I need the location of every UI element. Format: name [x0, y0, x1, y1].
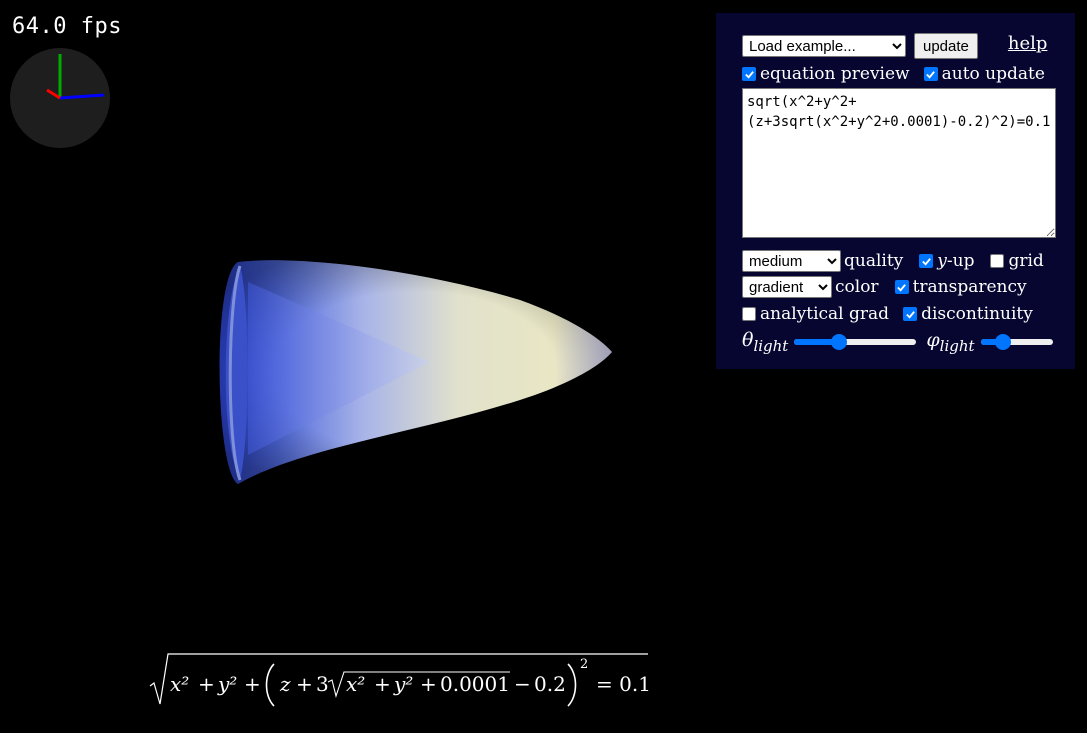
slider-thumb[interactable]	[994, 334, 1011, 350]
equation-input[interactable]: sqrt(x^2+y^2+(z+3sqrt(x^2+y^2+0.0001)-0.…	[742, 88, 1056, 238]
control-panel: Load example... update help equation pre…	[716, 13, 1075, 369]
term-y2-inner: y²	[393, 672, 413, 696]
op-minus: −	[514, 672, 531, 696]
equation-preview-checkbox[interactable]	[742, 67, 756, 81]
grid-label: grid	[1008, 251, 1044, 271]
term-equals: = 0.1	[596, 672, 651, 696]
theta-sub: light	[753, 336, 789, 355]
auto-update-label: auto update	[941, 64, 1045, 84]
theta-light-slider[interactable]	[794, 334, 917, 350]
phi-light-label: φlight	[926, 329, 974, 355]
fps-counter: 64.0 fps	[12, 14, 122, 39]
transparency-checkbox[interactable]	[894, 280, 909, 294]
example-select[interactable]: Load example...	[742, 35, 906, 57]
y-up-var: y	[937, 251, 947, 271]
y-up-checkbox[interactable]	[919, 254, 934, 268]
grid-checkbox[interactable]	[990, 254, 1005, 268]
phi-light-slider[interactable]	[980, 334, 1053, 350]
color-label: color	[835, 277, 879, 297]
phi-symbol: φ	[926, 329, 940, 352]
phi-sub: light	[939, 336, 975, 355]
theta-light-label: θlight	[742, 329, 788, 355]
update-button[interactable]: update	[914, 33, 978, 59]
term-x2: x²	[170, 672, 189, 696]
term-x2-inner: x²	[346, 672, 365, 696]
term-three: 3	[316, 672, 329, 696]
op-plus-3: +	[296, 672, 313, 696]
paren-right	[567, 663, 577, 707]
axes-gizmo[interactable]	[10, 48, 110, 148]
help-link[interactable]: help	[1008, 33, 1048, 54]
theta-symbol: θ	[742, 329, 754, 352]
paren-left	[265, 663, 275, 707]
quality-select[interactable]: medium	[742, 250, 841, 272]
term-z: z	[279, 672, 291, 696]
exponent-2: 2	[580, 657, 588, 672]
op-plus-4: +	[374, 672, 391, 696]
surface-mesh	[219, 260, 612, 484]
discontinuity-checkbox[interactable]	[903, 307, 918, 321]
analytical-grad-checkbox[interactable]	[742, 307, 756, 321]
auto-update-checkbox[interactable]	[923, 67, 938, 81]
op-plus-1: +	[198, 672, 215, 696]
discontinuity-label: discontinuity	[921, 304, 1033, 324]
equation-preview: x² + y² + z + 3 x² + y² + 0.0001 − 0.2 2…	[149, 653, 651, 707]
term-const: 0.0001	[440, 672, 510, 696]
slider-thumb[interactable]	[831, 334, 848, 350]
quality-label: quality	[844, 251, 904, 271]
term-shift: 0.2	[534, 672, 566, 696]
color-select[interactable]: gradient	[742, 276, 832, 298]
op-plus-5: +	[420, 672, 437, 696]
analytical-grad-label: analytical grad	[760, 304, 890, 324]
y-up-rest: -up	[946, 251, 975, 271]
y-up-label: y-up	[937, 251, 974, 271]
op-plus-2: +	[244, 672, 261, 696]
transparency-label: transparency	[912, 277, 1027, 297]
term-y2: y²	[217, 672, 237, 696]
equation-preview-label: equation preview	[760, 64, 910, 84]
